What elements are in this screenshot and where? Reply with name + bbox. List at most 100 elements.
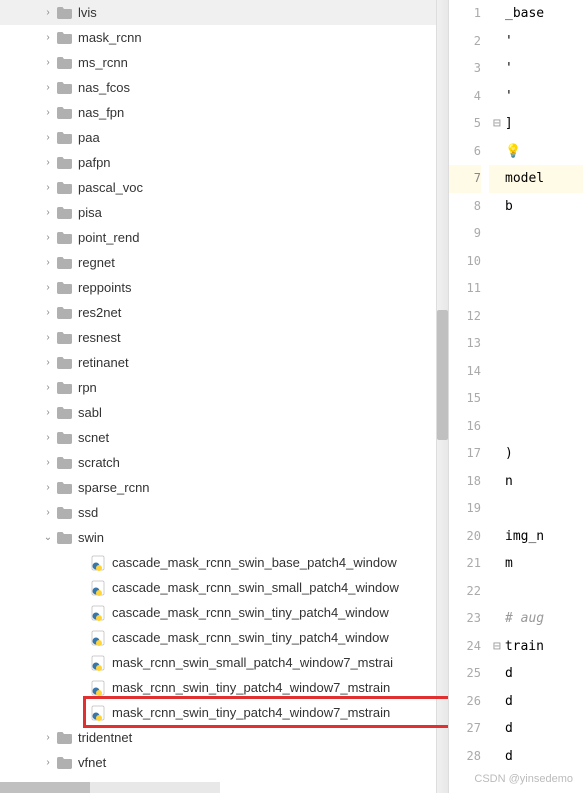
code-line[interactable]: # aug [489, 605, 583, 633]
code-line[interactable]: d [489, 660, 583, 688]
folder-item-mask_rcnn[interactable]: ›mask_rcnn [0, 25, 448, 50]
folder-label: nas_fpn [78, 105, 124, 120]
folder-item-tridentnet[interactable]: ›tridentnet [0, 725, 448, 750]
file-item[interactable]: mask_rcnn_swin_tiny_patch4_window7_mstra… [0, 700, 448, 725]
file-tree-sidebar[interactable]: ›lvis›mask_rcnn›ms_rcnn › nas_fcos › nas_fpn… [0, 0, 448, 793]
code-line[interactable] [489, 495, 583, 523]
code-line[interactable]: ⊟] [489, 110, 583, 138]
file-item[interactable]: cascade_mask_rcnn_swin_tiny_patch4_windo… [0, 625, 448, 650]
chevron-right-icon[interactable]: › [40, 257, 56, 268]
scrollbar-thumb[interactable] [0, 782, 90, 793]
line-number: 24 [449, 633, 481, 661]
folder-item-lvis[interactable]: ›lvis [0, 0, 448, 25]
folder-item-sparse_rcnn[interactable]: ›sparse_rcnn [0, 475, 448, 500]
code-line[interactable]: ⊟train [489, 633, 583, 661]
folder-item-ms_rcnn[interactable]: ›ms_rcnn [0, 50, 448, 75]
code-content[interactable]: _base'''⊟]💡modelb)nimg_nm# aug⊟traindddd [489, 0, 583, 793]
chevron-right-icon[interactable]: › [40, 157, 56, 168]
chevron-right-icon[interactable]: › [40, 457, 56, 468]
code-line[interactable] [489, 303, 583, 331]
chevron-right-icon[interactable]: › [40, 407, 56, 418]
chevron-right-icon[interactable]: › [40, 482, 56, 493]
chevron-down-icon[interactable]: ⌄ [40, 532, 56, 543]
folder-item-retinanet[interactable]: ›retinanet [0, 350, 448, 375]
chevron-right-icon[interactable]: › [40, 382, 56, 393]
fold-marker-icon[interactable]: ⊟ [493, 639, 501, 654]
chevron-right-icon[interactable]: › [40, 332, 56, 343]
code-line[interactable]: _base [489, 0, 583, 28]
file-item[interactable]: mask_rcnn_swin_tiny_patch4_window7_mstra… [0, 675, 448, 700]
file-item[interactable]: cascade_mask_rcnn_swin_tiny_patch4_windo… [0, 600, 448, 625]
chevron-right-icon[interactable]: › [40, 132, 56, 143]
chevron-right-icon[interactable]: › [40, 732, 56, 743]
chevron-right-icon[interactable]: › [40, 82, 56, 93]
chevron-right-icon[interactable]: › [40, 182, 56, 193]
code-line[interactable]: b [489, 193, 583, 221]
chevron-right-icon[interactable]: › [40, 107, 56, 118]
code-line[interactable]: n [489, 468, 583, 496]
code-line[interactable] [489, 578, 583, 606]
folder-item-sabl[interactable]: ›sabl [0, 400, 448, 425]
folder-item-nas_fpn[interactable]: › nas_fpn [0, 100, 448, 125]
code-line[interactable] [489, 220, 583, 248]
code-line[interactable]: d [489, 688, 583, 716]
chevron-right-icon[interactable]: › [40, 7, 56, 18]
code-line[interactable]: ' [489, 83, 583, 111]
folder-icon [56, 456, 72, 470]
code-line[interactable]: model [489, 165, 583, 193]
code-line[interactable]: d [489, 715, 583, 743]
chevron-right-icon[interactable]: › [40, 32, 56, 43]
folder-icon [56, 131, 72, 145]
folder-item-pafpn[interactable]: ›pafpn [0, 150, 448, 175]
line-number: 18 [449, 468, 481, 496]
code-line[interactable] [489, 358, 583, 386]
code-line[interactable] [489, 385, 583, 413]
code-line[interactable]: ' [489, 28, 583, 56]
chevron-right-icon[interactable]: › [40, 207, 56, 218]
code-line[interactable] [489, 330, 583, 358]
folder-item-vfnet[interactable]: ›vfnet [0, 750, 448, 775]
chevron-right-icon[interactable]: › [40, 507, 56, 518]
chevron-right-icon[interactable]: › [40, 357, 56, 368]
sidebar-vertical-scrollbar[interactable] [436, 0, 448, 793]
code-line[interactable]: 💡 [489, 138, 583, 166]
code-line[interactable]: img_n [489, 523, 583, 551]
file-item[interactable]: cascade_mask_rcnn_swin_small_patch4_wind… [0, 575, 448, 600]
chevron-right-icon[interactable]: › [40, 282, 56, 293]
code-text: ' [505, 89, 513, 104]
folder-item-res2net[interactable]: ›res2net [0, 300, 448, 325]
folder-item-regnet[interactable]: ›regnet [0, 250, 448, 275]
sidebar-horizontal-scrollbar[interactable] [0, 782, 220, 793]
scrollbar-thumb[interactable] [437, 310, 448, 440]
code-line[interactable]: ) [489, 440, 583, 468]
chevron-right-icon[interactable]: › [40, 432, 56, 443]
folder-item-swin[interactable]: ⌄swin [0, 525, 448, 550]
code-line[interactable] [489, 413, 583, 441]
folder-item-ssd[interactable]: ›ssd [0, 500, 448, 525]
code-line[interactable] [489, 275, 583, 303]
folder-item-rpn[interactable]: ›rpn [0, 375, 448, 400]
folder-item-point_rend[interactable]: ›point_rend [0, 225, 448, 250]
chevron-right-icon[interactable]: › [40, 307, 56, 318]
chevron-right-icon[interactable]: › [40, 757, 56, 768]
code-line[interactable]: d [489, 743, 583, 771]
file-item[interactable]: mask_rcnn_swin_small_patch4_window7_mstr… [0, 650, 448, 675]
code-editor[interactable]: 1234567891011121314151617181920212223242… [449, 0, 583, 793]
code-line[interactable]: m [489, 550, 583, 578]
file-item[interactable]: cascade_mask_rcnn_swin_base_patch4_windo… [0, 550, 448, 575]
folder-item-pascal_voc[interactable]: ›pascal_voc [0, 175, 448, 200]
chevron-right-icon[interactable]: › [40, 232, 56, 243]
folder-item-nas_fcos[interactable]: › nas_fcos [0, 75, 448, 100]
fold-marker-icon[interactable]: ⊟ [493, 116, 501, 131]
chevron-right-icon[interactable]: › [40, 57, 56, 68]
folder-item-scnet[interactable]: ›scnet [0, 425, 448, 450]
folder-item-resnest[interactable]: ›resnest [0, 325, 448, 350]
folder-item-scratch[interactable]: ›scratch [0, 450, 448, 475]
folder-label: nas_fcos [78, 80, 130, 95]
folder-item-reppoints[interactable]: ›reppoints [0, 275, 448, 300]
code-line[interactable]: ' [489, 55, 583, 83]
lightbulb-icon[interactable]: 💡 [505, 144, 521, 159]
folder-item-paa[interactable]: ›paa [0, 125, 448, 150]
code-line[interactable] [489, 248, 583, 276]
folder-item-pisa[interactable]: ›pisa [0, 200, 448, 225]
